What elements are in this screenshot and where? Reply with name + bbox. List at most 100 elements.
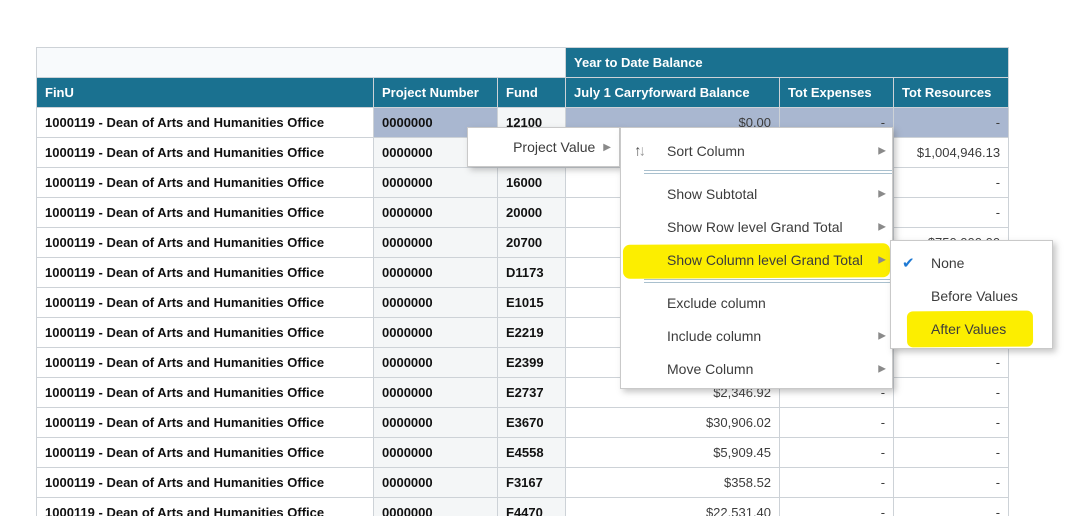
submenu-item-before-values[interactable]: Before Values bbox=[891, 279, 1052, 312]
finu-cell: 1000119 - Dean of Arts and Humanities Of… bbox=[36, 437, 374, 468]
fund-cell: E1015 bbox=[496, 287, 567, 318]
tot-resources-cell: - bbox=[893, 107, 1010, 138]
sort-arrows-icon: ↑↓ bbox=[634, 142, 646, 159]
menu-item-sort-column[interactable]: ↑↓ Sort Column ▶ bbox=[621, 134, 892, 167]
group-header-row: Year to Date Balance bbox=[35, 47, 1010, 78]
menu-item-label: Sort Column bbox=[667, 142, 745, 159]
column-header-carryforward[interactable]: July 1 Carryforward Balance bbox=[565, 77, 781, 108]
tot-resources-cell: - bbox=[893, 437, 1010, 468]
tot-resources-cell: - bbox=[893, 347, 1010, 378]
fund-cell: 16000 bbox=[496, 167, 567, 198]
menu-separator bbox=[644, 170, 892, 174]
column-header-fund[interactable]: Fund bbox=[496, 77, 567, 108]
finu-cell: 1000119 - Dean of Arts and Humanities Of… bbox=[36, 257, 374, 288]
finu-cell: 1000119 - Dean of Arts and Humanities Of… bbox=[36, 467, 374, 498]
table-row: 1000119 - Dean of Arts and Humanities Of… bbox=[36, 497, 1010, 516]
project-number-cell: 0000000 bbox=[373, 437, 498, 468]
tot-resources-cell: - bbox=[893, 407, 1010, 438]
finu-cell: 1000119 - Dean of Arts and Humanities Of… bbox=[36, 287, 374, 318]
project-number-cell: 0000000 bbox=[373, 227, 498, 258]
group-header-spacer bbox=[35, 47, 567, 78]
submenu-item-after-values[interactable]: After Values bbox=[891, 310, 1052, 348]
menu-item-label: Show Column level Grand Total bbox=[667, 251, 863, 268]
project-number-cell: 0000000 bbox=[373, 497, 498, 516]
chevron-right-icon: ▶ bbox=[878, 221, 886, 232]
tot-expenses-cell: - bbox=[779, 497, 895, 516]
menu-item-include-column[interactable]: Include column ▶ bbox=[621, 319, 892, 352]
finu-cell: 1000119 - Dean of Arts and Humanities Of… bbox=[36, 407, 374, 438]
project-number-cell: 0000000 bbox=[373, 347, 498, 378]
fund-cell: E2399 bbox=[496, 347, 567, 378]
finu-cell: 1000119 - Dean of Arts and Humanities Of… bbox=[36, 317, 374, 348]
chevron-right-icon: ▶ bbox=[878, 363, 886, 374]
project-number-cell: 0000000 bbox=[373, 467, 498, 498]
context-menu-parent-item[interactable]: Project Value ▶ bbox=[467, 127, 620, 167]
fund-cell: E2219 bbox=[496, 317, 567, 348]
tot-expenses-cell: - bbox=[779, 467, 895, 498]
table-row: 1000119 - Dean of Arts and Humanities Of… bbox=[36, 407, 1010, 438]
menu-item-label: Move Column bbox=[667, 360, 754, 377]
carryforward-cell: $5,909.45 bbox=[565, 437, 781, 468]
finu-cell: 1000119 - Dean of Arts and Humanities Of… bbox=[36, 197, 374, 228]
checkmark-icon: ✔ bbox=[902, 254, 915, 272]
fund-cell: E4558 bbox=[496, 437, 567, 468]
project-number-cell: 0000000 bbox=[373, 317, 498, 348]
fund-cell: F3167 bbox=[496, 467, 567, 498]
fund-cell: F4470 bbox=[496, 497, 567, 516]
fund-cell: 20000 bbox=[496, 197, 567, 228]
menu-item-show-column-level-grand-total[interactable]: Show Column level Grand Total ▶ bbox=[621, 243, 892, 279]
chevron-right-icon: ▶ bbox=[603, 141, 611, 153]
project-number-cell: 0000000 bbox=[373, 407, 498, 438]
pivot-report-view: Year to Date Balance FinU Project Number… bbox=[0, 0, 1076, 516]
submenu-item-none[interactable]: ✔ None bbox=[891, 246, 1052, 279]
project-number-cell: 0000000 bbox=[373, 197, 498, 228]
menu-item-label: Include column bbox=[667, 327, 762, 344]
tot-resources-cell: $1,004,946.13 bbox=[893, 137, 1010, 168]
project-number-cell: 0000000 bbox=[373, 377, 498, 408]
menu-item-show-row-level-grand-total[interactable]: Show Row level Grand Total ▶ bbox=[621, 210, 892, 243]
finu-cell: 1000119 - Dean of Arts and Humanities Of… bbox=[36, 377, 374, 408]
finu-cell: 1000119 - Dean of Arts and Humanities Of… bbox=[36, 347, 374, 378]
group-header-year-to-date: Year to Date Balance bbox=[565, 47, 1010, 78]
tot-resources-cell: - bbox=[893, 497, 1010, 516]
tot-resources-cell: - bbox=[893, 377, 1010, 408]
carryforward-cell: $22,531.40 bbox=[565, 497, 781, 516]
menu-item-move-column[interactable]: Move Column ▶ bbox=[621, 352, 892, 385]
finu-cell: 1000119 - Dean of Arts and Humanities Of… bbox=[36, 107, 374, 138]
fund-cell: E3670 bbox=[496, 407, 567, 438]
project-number-cell: 0000000 bbox=[373, 287, 498, 318]
tot-expenses-cell: - bbox=[779, 407, 895, 438]
fund-cell: E2737 bbox=[496, 377, 567, 408]
chevron-right-icon: ▶ bbox=[878, 188, 886, 199]
submenu-item-label: After Values bbox=[931, 320, 1007, 337]
column-header-tot-expenses[interactable]: Tot Expenses bbox=[779, 77, 895, 108]
table-row: 1000119 - Dean of Arts and Humanities Of… bbox=[36, 437, 1010, 468]
column-header-finu[interactable]: FinU bbox=[36, 77, 374, 108]
grand-total-submenu: ✔ None Before Values After Values bbox=[890, 240, 1053, 349]
tot-resources-cell: - bbox=[893, 197, 1010, 228]
carryforward-cell: $358.52 bbox=[565, 467, 781, 498]
tot-resources-cell: - bbox=[893, 467, 1010, 498]
fund-cell: 20700 bbox=[496, 227, 567, 258]
chevron-right-icon: ▶ bbox=[878, 254, 886, 265]
chevron-right-icon: ▶ bbox=[878, 330, 886, 341]
finu-cell: 1000119 - Dean of Arts and Humanities Of… bbox=[36, 497, 374, 516]
menu-item-label: Show Row level Grand Total bbox=[667, 218, 843, 235]
submenu-item-label: None bbox=[931, 254, 965, 271]
menu-separator bbox=[644, 279, 892, 283]
menu-item-label: Show Subtotal bbox=[667, 185, 758, 202]
menu-item-show-subtotal[interactable]: Show Subtotal ▶ bbox=[621, 177, 892, 210]
column-header-tot-resources[interactable]: Tot Resources bbox=[893, 77, 1010, 108]
column-header-project-number[interactable]: Project Number bbox=[373, 77, 498, 108]
finu-cell: 1000119 - Dean of Arts and Humanities Of… bbox=[36, 137, 374, 168]
project-number-cell: 0000000 bbox=[373, 257, 498, 288]
project-number-cell: 0000000 bbox=[373, 167, 498, 198]
context-menu-parent-label: Project Value bbox=[513, 139, 596, 155]
fund-cell: D1173 bbox=[496, 257, 567, 288]
submenu-item-label: Before Values bbox=[931, 287, 1018, 304]
chevron-right-icon: ▶ bbox=[878, 145, 886, 156]
finu-cell: 1000119 - Dean of Arts and Humanities Of… bbox=[36, 227, 374, 258]
column-context-menu: ↑↓ Sort Column ▶ Show Subtotal ▶ Show Row lev… bbox=[620, 127, 893, 389]
tot-expenses-cell: - bbox=[779, 437, 895, 468]
menu-item-exclude-column[interactable]: Exclude column bbox=[621, 286, 892, 319]
